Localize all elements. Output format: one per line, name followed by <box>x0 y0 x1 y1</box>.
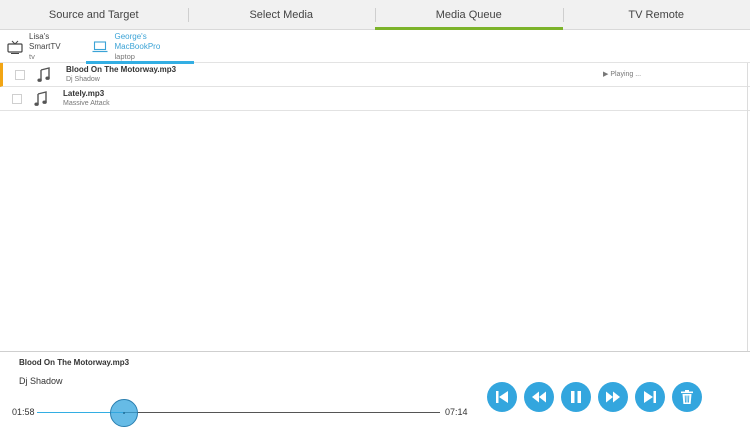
track-artist: Massive Attack <box>63 100 110 107</box>
track-title: Blood On The Motorway.mp3 <box>66 65 177 74</box>
device-type: tv <box>29 51 35 61</box>
row-checkbox[interactable] <box>15 70 25 80</box>
tab-label: TV Remote <box>628 8 685 21</box>
seek-thumb[interactable] <box>109 399 138 427</box>
tab-select-media[interactable]: Select Media <box>187 0 376 29</box>
track-artist: Dj Shadow <box>66 76 100 83</box>
music-note-icon <box>37 67 51 83</box>
skip-previous-button[interactable] <box>487 382 517 412</box>
tab-source-and-target[interactable]: Source and Target <box>0 0 188 29</box>
scrollbar-track <box>747 63 748 351</box>
list-item[interactable]: Lately.mp3 Massive Attack <box>0 87 750 111</box>
skip-previous-icon <box>496 391 508 403</box>
device-type: laptop <box>114 51 135 61</box>
pause-button[interactable] <box>561 382 591 412</box>
row-checkbox[interactable] <box>12 94 22 104</box>
device-item-macbookpro[interactable]: George's MacBookPro laptop <box>86 30 194 64</box>
tab-tv-remote[interactable]: TV Remote <box>562 0 750 29</box>
now-playing-panel: Blood On The Motorway.mp3 Dj Shadow 01:5… <box>0 351 750 440</box>
total-time: 07:14 <box>445 407 468 417</box>
list-item[interactable]: Blood On The Motorway.mp3 Dj Shadow ▶ Pl… <box>0 63 750 87</box>
device-item-smarttv[interactable]: Lisa's SmartTV tv <box>0 30 86 63</box>
device-name: George's MacBookPro <box>114 31 161 51</box>
tab-bar: Source and Target Select Media Media Que… <box>0 0 750 30</box>
tv-icon <box>6 39 23 55</box>
trash-icon <box>681 390 693 404</box>
tab-label: Select Media <box>249 8 314 21</box>
track-title: Lately.mp3 <box>63 89 105 98</box>
music-note-icon <box>34 91 48 107</box>
laptop-icon <box>92 39 108 55</box>
rewind-button[interactable] <box>524 382 554 412</box>
tab-label: Source and Target <box>48 8 139 21</box>
seek-bar[interactable] <box>37 412 440 413</box>
fast-forward-button[interactable] <box>598 382 628 412</box>
now-playing-title: Blood On The Motorway.mp3 <box>19 358 130 367</box>
device-name: Lisa's SmartTV <box>29 31 61 51</box>
elapsed-time: 01:58 <box>12 407 35 417</box>
skip-next-icon <box>644 391 656 403</box>
tab-label: Media Queue <box>435 8 502 21</box>
pause-icon <box>571 391 581 403</box>
device-bar: Lisa's SmartTV tv George's MacBookPro la… <box>0 30 750 64</box>
tab-media-queue[interactable]: Media Queue <box>375 0 563 30</box>
now-playing-artist: Dj Shadow <box>19 376 63 386</box>
fast-forward-icon <box>606 391 620 403</box>
media-queue-list: Blood On The Motorway.mp3 Dj Shadow ▶ Pl… <box>0 63 750 111</box>
skip-next-button[interactable] <box>635 382 665 412</box>
playback-controls <box>487 382 709 412</box>
rewind-icon <box>532 391 546 403</box>
playing-status: ▶ Playing ... <box>603 71 642 78</box>
delete-button[interactable] <box>672 382 702 412</box>
